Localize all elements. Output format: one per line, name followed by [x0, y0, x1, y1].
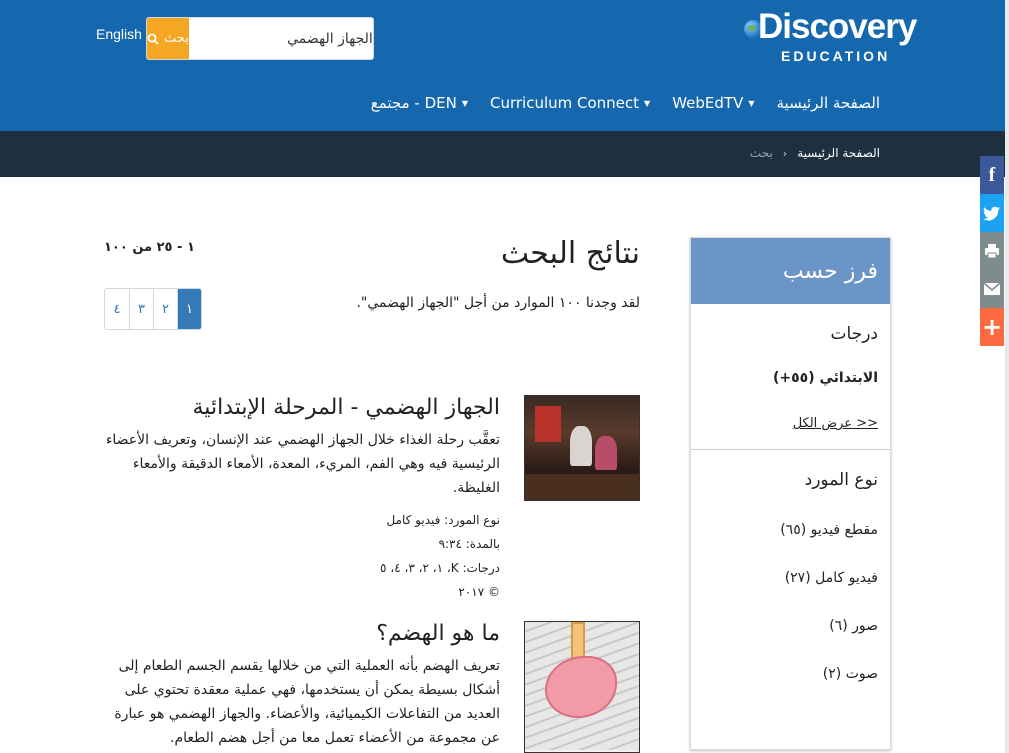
result-body: ما هو الهضم؟ تعريف الهضم بأنه العملية ال…: [104, 621, 500, 750]
result-item: ما هو الهضم؟ تعريف الهضم بأنه العملية ال…: [104, 621, 640, 753]
sort-sidebar: فرز حسب درجات الابتدائي (٥٥+) عرض الكل >…: [690, 237, 891, 750]
search-button[interactable]: بحث: [147, 18, 189, 59]
caret-down-icon: ▼: [748, 98, 755, 108]
search-icon: [147, 33, 159, 45]
resource-type-title: نوع المورد: [804, 470, 878, 490]
brand-subtitle: EDUCATION: [781, 48, 891, 64]
plus-icon: +: [981, 313, 1003, 341]
print-button[interactable]: [980, 232, 1004, 270]
share-bar: f +: [980, 156, 1004, 346]
nav-curriculum-connect[interactable]: Curriculum Connect ▼: [490, 94, 650, 112]
page-1-button[interactable]: ١: [177, 289, 201, 329]
breadcrumb-current: بحث: [749, 146, 773, 160]
show-all-grades-link[interactable]: عرض الكل >>: [691, 416, 878, 431]
nav-curriculum-connect-label: Curriculum Connect: [489, 94, 640, 112]
result-grades: درجات: K، ١، ٢، ٣، ٤، ٥: [380, 561, 500, 575]
filter-images[interactable]: صور (٦): [691, 618, 878, 634]
filter-full-video[interactable]: فيديو كامل (٢٧): [691, 570, 878, 586]
result-description: تعريف الهضم بأنه العملية التي من خلالها …: [114, 658, 500, 746]
brand-name: Discovery: [758, 7, 917, 46]
caret-down-icon: ▼: [461, 98, 468, 108]
print-icon: [985, 244, 999, 259]
email-share-button[interactable]: [980, 270, 1004, 308]
search-bar: بحث: [146, 17, 374, 60]
results-range: ١ - ٢٥ من ١٠٠: [104, 240, 195, 255]
site-header: Discovery EDUCATION English بحث الصفحة ا…: [0, 0, 1005, 131]
sidebar-divider: [691, 449, 890, 450]
breadcrumb: الصفحة الرئيسية › بحث: [750, 146, 880, 160]
result-title[interactable]: ما هو الهضم؟: [104, 621, 500, 646]
result-resource-type: نوع المورد: فيديو كامل: [386, 513, 500, 527]
result-thumbnail[interactable]: [524, 395, 640, 501]
nav-home[interactable]: الصفحة الرئيسية: [777, 94, 881, 112]
facebook-share-button[interactable]: f: [980, 156, 1004, 194]
resource-type-section: نوع المورد مقطع فيديو (٦٥) فيديو كامل (٢…: [691, 470, 890, 682]
breadcrumb-home[interactable]: الصفحة الرئيسية: [797, 146, 880, 160]
main-nav: الصفحة الرئيسية WebEdTV ▼ Curriculum Con…: [371, 94, 880, 112]
pagination: ١ ٢ ٣ ٤: [104, 288, 202, 330]
twitter-icon: [983, 206, 1000, 221]
twitter-share-button[interactable]: [980, 194, 1004, 232]
result-title[interactable]: الجهاز الهضمي - المرحلة الإبتدائية: [100, 395, 500, 420]
nav-webedtv-label: WebEdTV: [672, 94, 744, 112]
nav-den-community-label: مجتمع - DEN: [370, 94, 457, 112]
breadcrumb-bar: الصفحة الرئيسية › بحث: [0, 131, 1005, 177]
page-2-button[interactable]: ٢: [153, 289, 177, 329]
search-button-label: بحث: [164, 31, 189, 46]
result-meta: نوع المورد: فيديو كامل بالمدة: ٩:٣٤ درجا…: [100, 508, 500, 604]
results-summary: لقد وجدنا ١٠٠ الموارد من أجل "الجهاز اله…: [356, 295, 640, 311]
breadcrumb-separator: ›: [782, 146, 788, 160]
caret-down-icon: ▼: [644, 98, 651, 108]
nav-den-community[interactable]: مجتمع - DEN ▼: [371, 94, 468, 112]
sidebar-heading: فرز حسب: [691, 238, 890, 304]
result-body: الجهاز الهضمي - المرحلة الإبتدائية تعقَّ…: [100, 395, 500, 604]
grade-filter-elementary[interactable]: الابتدائي (٥٥+): [691, 370, 878, 386]
filter-video-clip[interactable]: مقطع فيديو (٦٥): [691, 522, 878, 538]
result-copyright: © ٢٠١٧: [458, 585, 500, 599]
result-item: الجهاز الهضمي - المرحلة الإبتدائية تعقَّ…: [104, 395, 640, 599]
page-title: نتائج البحث: [500, 236, 640, 271]
result-duration: بالمدة: ٩:٣٤: [438, 537, 500, 551]
result-thumbnail[interactable]: [524, 621, 640, 753]
page-3-button[interactable]: ٣: [129, 289, 153, 329]
facebook-icon: f: [988, 163, 996, 186]
filter-audio[interactable]: صوت (٢): [691, 666, 878, 682]
page-4-button[interactable]: ٤: [105, 289, 129, 329]
result-description: تعقَّب رحلة الغذاء خلال الجهاز الهضمي عن…: [105, 432, 500, 496]
language-switch[interactable]: English: [96, 26, 142, 42]
more-share-button[interactable]: +: [980, 308, 1004, 346]
mail-icon: [983, 282, 1001, 295]
search-input[interactable]: [188, 18, 373, 59]
nav-webedtv[interactable]: WebEdTV ▼: [672, 94, 754, 112]
grades-section: درجات الابتدائي (٥٥+) عرض الكل >>: [691, 324, 890, 431]
grades-title: درجات: [830, 324, 878, 344]
discovery-education-logo[interactable]: Discovery EDUCATION: [742, 7, 917, 68]
nav-home-label: الصفحة الرئيسية: [776, 94, 881, 112]
page-scrollbar[interactable]: [1005, 0, 1009, 753]
